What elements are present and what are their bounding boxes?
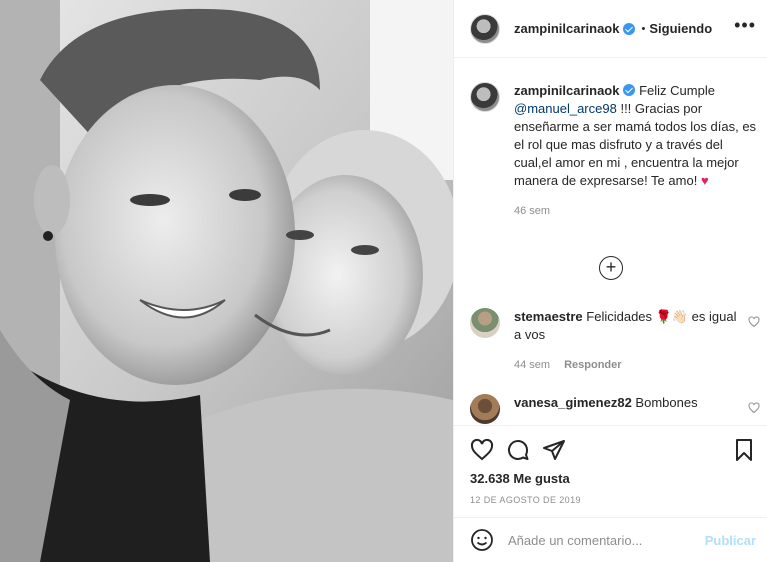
selfie-image: [0, 0, 453, 562]
comment-body: vanesa_gimenez82 Bombones: [514, 394, 738, 424]
comments-list[interactable]: zampinilcarinaok Feliz Cumple @manuel_ar…: [454, 58, 767, 425]
comment-username[interactable]: vanesa_gimenez82: [514, 395, 632, 410]
comment-time[interactable]: 44 sem: [514, 359, 550, 371]
instagram-post: zampinilcarinaok • Siguiendo ••• zampini…: [0, 0, 767, 562]
caption-time[interactable]: 46 sem: [514, 202, 760, 220]
post-side-panel: zampinilcarinaok • Siguiendo ••• zampini…: [453, 0, 767, 562]
header-username[interactable]: zampinilcarinaok: [514, 21, 619, 36]
post-date[interactable]: 12 DE AGOSTO DE 2019: [470, 495, 581, 505]
comment-text-before: Felicidades: [586, 309, 653, 324]
caption-body: zampinilcarinaok Feliz Cumple @manuel_ar…: [514, 82, 760, 220]
post-header: zampinilcarinaok • Siguiendo •••: [454, 0, 767, 58]
comment-icon[interactable]: [506, 438, 530, 462]
heart-outline-icon[interactable]: [748, 402, 760, 414]
post-photo[interactable]: [0, 0, 453, 562]
more-horizontal-icon[interactable]: •••: [734, 16, 756, 34]
publish-button[interactable]: Publicar: [705, 533, 756, 548]
following-button[interactable]: Siguiendo: [649, 21, 712, 36]
avatar[interactable]: [470, 394, 500, 424]
verified-badge-icon: [623, 22, 636, 35]
list-item: vanesa_gimenez82 Bombones: [470, 394, 760, 424]
red-heart-icon: ♥: [700, 173, 709, 188]
plus-circle-icon[interactable]: +: [599, 256, 623, 280]
avatar[interactable]: [470, 82, 500, 112]
add-comment-bar: Publicar: [454, 517, 767, 562]
comment-input[interactable]: [508, 532, 708, 548]
heart-icon[interactable]: [470, 438, 494, 462]
bookmark-icon[interactable]: [732, 438, 756, 462]
caption-username[interactable]: zampinilcarinaok: [514, 83, 619, 98]
caption-mention-link[interactable]: @manuel_arce98: [514, 101, 617, 116]
reply-button[interactable]: Responder: [564, 359, 621, 371]
avatar[interactable]: [470, 13, 500, 44]
comment-emoji: 🌹👋🏻: [655, 309, 689, 324]
post-caption: zampinilcarinaok Feliz Cumple @manuel_ar…: [470, 82, 760, 220]
comment-body: stemaestre Felicidades 🌹👋🏻 es igual a vo…: [514, 308, 738, 374]
share-icon[interactable]: [542, 438, 566, 462]
comment-username[interactable]: stemaestre: [514, 309, 583, 324]
comment-text: Bombones: [635, 395, 698, 410]
emoji-icon[interactable]: [470, 528, 494, 552]
list-item: stemaestre Felicidades 🌹👋🏻 es igual a vo…: [470, 308, 760, 374]
comment-meta: 44 sem Responder: [514, 356, 738, 374]
likes-count[interactable]: 32.638 Me gusta: [470, 471, 570, 486]
caption-text-before: Feliz Cumple: [639, 83, 715, 98]
verified-badge-icon: [623, 84, 636, 96]
heart-outline-icon[interactable]: [748, 316, 760, 328]
separator-dot: •: [641, 22, 646, 35]
avatar[interactable]: [470, 308, 500, 338]
